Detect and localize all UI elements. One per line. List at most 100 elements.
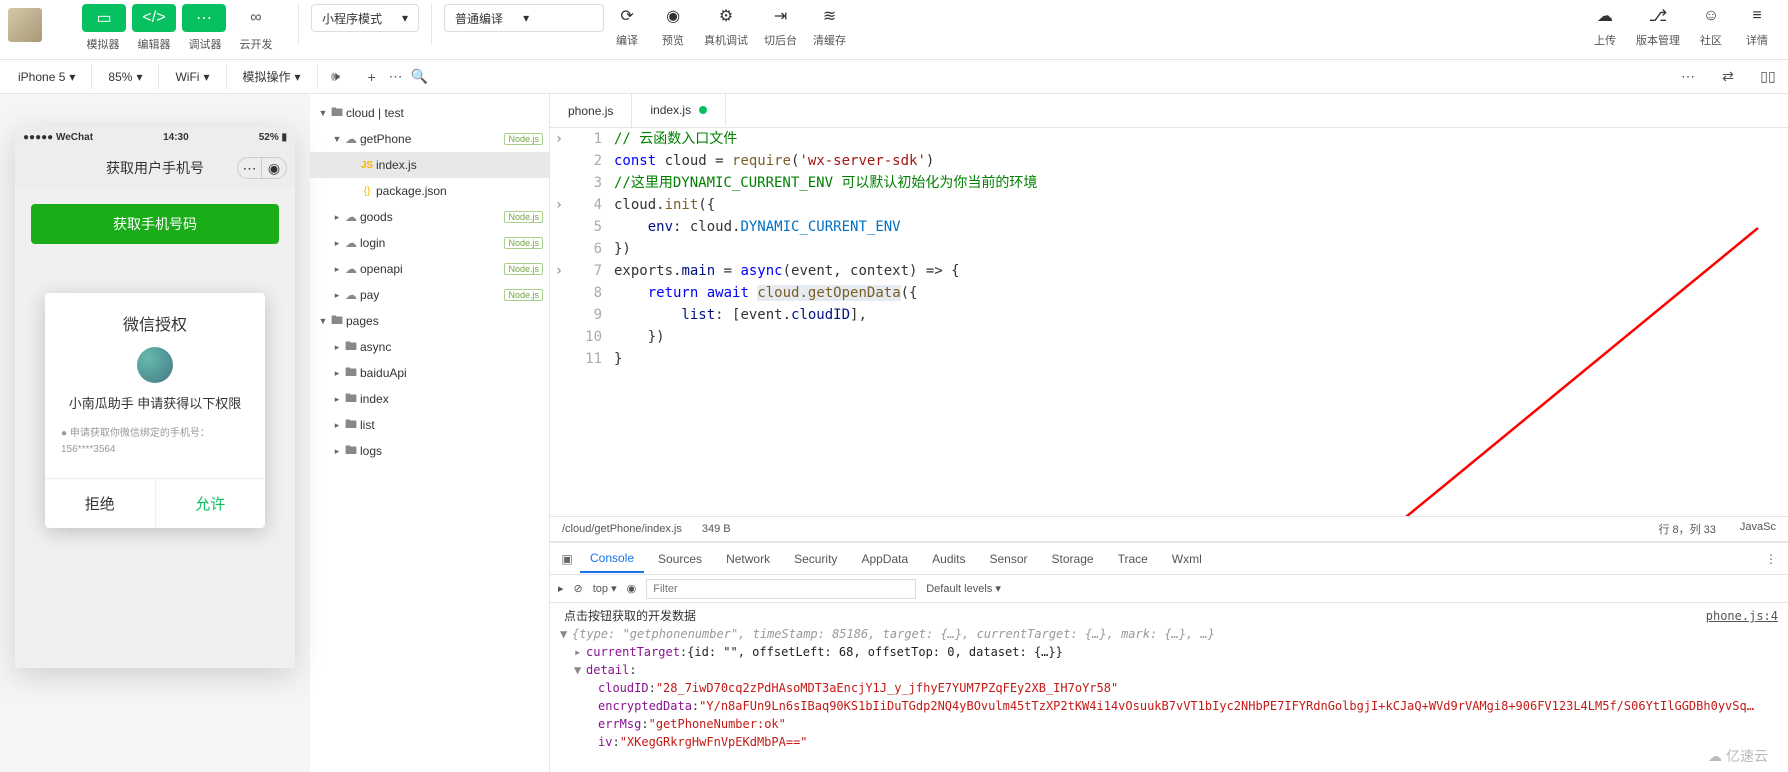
real-debug-button[interactable]: ⚙ bbox=[711, 4, 741, 28]
debugger-button[interactable]: ⋯ bbox=[182, 4, 226, 32]
top-toolbar: ▭ </> ⋯ 模拟器 编辑器 调试器 ∞ 云开发 小程序模式 ▾ 普通编译 ▾ bbox=[0, 0, 1788, 60]
chevron-down-icon: ▾ bbox=[203, 70, 209, 84]
unsaved-dot-icon bbox=[699, 106, 707, 114]
tree-logs[interactable]: ▸🖿logs bbox=[310, 438, 549, 464]
tab-appdata[interactable]: AppData bbox=[851, 546, 918, 572]
context-select[interactable]: top ▾ bbox=[593, 582, 617, 595]
tab-audits[interactable]: Audits bbox=[922, 546, 975, 572]
network-select[interactable]: WiFi▾ bbox=[165, 66, 219, 88]
zoom-select[interactable]: 85%▾ bbox=[98, 66, 152, 88]
json-icon: {} bbox=[358, 186, 376, 197]
allow-button[interactable]: 允许 bbox=[156, 479, 266, 528]
chevron-down-icon: ▾ bbox=[69, 70, 75, 84]
code-editor[interactable]: › › › 1234567891011 // 云函数入口文件 const clo… bbox=[550, 128, 1788, 516]
split-icon[interactable]: ▯▯ bbox=[1756, 65, 1780, 89]
tab-phone-js[interactable]: phone.js bbox=[550, 94, 632, 127]
cloud-group: ∞ 云开发 bbox=[234, 4, 278, 52]
device-select[interactable]: iPhone 5▾ bbox=[8, 66, 85, 88]
console-log[interactable]: 点击按钮获取的开发数据phone.js:4 ▼{type: "getphonen… bbox=[550, 603, 1788, 772]
cursor-pos: 行 8，列 33 bbox=[1658, 521, 1715, 537]
tree-login[interactable]: ▸☁loginNode.js bbox=[310, 230, 549, 256]
cloud-icon: ☁ bbox=[342, 288, 360, 302]
view-group: ▭ </> ⋯ 模拟器 编辑器 调试器 bbox=[82, 4, 226, 52]
tree-openapi[interactable]: ▸☁openapiNode.js bbox=[310, 256, 549, 282]
compile-button[interactable]: ⟳ bbox=[612, 4, 642, 28]
tree-index[interactable]: ▸🖿index bbox=[310, 386, 549, 412]
deny-button[interactable]: 拒绝 bbox=[45, 479, 156, 528]
editor-column: phone.js index.js › › › 1234567891011 //… bbox=[550, 94, 1788, 772]
inspect-icon[interactable]: ▣ bbox=[558, 550, 576, 568]
editor-button[interactable]: </> bbox=[132, 4, 176, 32]
devtools-more-icon[interactable]: ⋮ bbox=[1762, 550, 1780, 568]
cloud-dev-button[interactable]: ∞ bbox=[234, 4, 278, 32]
phone-navbar: 获取用户手机号 ⋯◉ bbox=[15, 148, 295, 188]
simulator-panel: ●●●●● WeChat 14:30 52% ▮ 获取用户手机号 ⋯◉ 获取手机… bbox=[0, 94, 310, 772]
clear-cache-button[interactable]: ≋ bbox=[815, 4, 845, 28]
tree-getphone[interactable]: ▼☁getPhoneNode.js bbox=[310, 126, 549, 152]
capsule[interactable]: ⋯◉ bbox=[237, 157, 287, 179]
tab-sensor[interactable]: Sensor bbox=[980, 546, 1038, 572]
sim-ops-select[interactable]: 模拟操作▾ bbox=[233, 64, 311, 89]
community-button[interactable]: ☺ bbox=[1696, 4, 1726, 28]
sound-icon[interactable]: 🕪 bbox=[324, 65, 348, 89]
secondary-bar: iPhone 5▾ 85%▾ WiFi▾ 模拟操作▾ 🕪 + ⋯ 🔍 ⋯ ⇄ ▯… bbox=[0, 60, 1788, 94]
add-icon[interactable]: + bbox=[360, 65, 384, 89]
tab-console[interactable]: Console bbox=[580, 545, 644, 573]
debugger-label: 调试器 bbox=[189, 36, 222, 52]
folder-icon: 🖿 bbox=[342, 389, 360, 410]
tab-index-js[interactable]: index.js bbox=[632, 94, 726, 127]
tab-trace[interactable]: Trace bbox=[1108, 546, 1158, 572]
tab-sources[interactable]: Sources bbox=[648, 546, 712, 572]
tree-root[interactable]: ▼🖿cloud | test bbox=[310, 100, 549, 126]
log-line: 点击按钮获取的开发数据 bbox=[560, 607, 696, 625]
tree-packagejson[interactable]: {}package.json bbox=[310, 178, 549, 204]
tree-indexjs[interactable]: JSindex.js bbox=[310, 152, 549, 178]
lang-mode: JavaSc bbox=[1740, 521, 1776, 537]
tree-pay[interactable]: ▸☁payNode.js bbox=[310, 282, 549, 308]
compile-mode-select[interactable]: 普通编译 ▾ bbox=[444, 4, 604, 32]
simulator-button[interactable]: ▭ bbox=[82, 4, 126, 32]
version-button[interactable]: ⎇ bbox=[1643, 4, 1673, 28]
chevron-down-icon: ▾ bbox=[523, 11, 529, 25]
cloud-icon: ☁ bbox=[342, 132, 360, 146]
line-gutter: 1234567891011 bbox=[568, 128, 614, 516]
dots-icon[interactable]: ⋯ bbox=[1676, 65, 1700, 89]
tab-storage[interactable]: Storage bbox=[1042, 546, 1104, 572]
compile-col: ⟳ 编译 bbox=[612, 4, 642, 48]
tree-list[interactable]: ▸🖿list bbox=[310, 412, 549, 438]
clear-console-icon[interactable]: ⊘ bbox=[574, 582, 583, 595]
compile-text: 普通编译 bbox=[455, 10, 503, 27]
tab-network[interactable]: Network bbox=[716, 546, 780, 572]
eye-icon[interactable]: ◉ bbox=[627, 582, 637, 595]
watermark: ☁ 亿速云 bbox=[1708, 746, 1768, 766]
get-phone-button[interactable]: 获取手机号码 bbox=[31, 204, 279, 244]
folder-icon: 🖿 bbox=[342, 415, 360, 436]
levels-select[interactable]: Default levels ▾ bbox=[926, 582, 1001, 595]
app-mode-select[interactable]: 小程序模式 ▾ bbox=[311, 4, 419, 32]
modal-title: 微信授权 bbox=[45, 293, 265, 347]
tree-baiduapi[interactable]: ▸🖿baiduApi bbox=[310, 360, 549, 386]
preview-button[interactable]: ◉ bbox=[658, 4, 688, 28]
filter-input[interactable] bbox=[646, 579, 916, 599]
tab-wxml[interactable]: Wxml bbox=[1162, 546, 1212, 572]
tree-pages[interactable]: ▼🖿pages bbox=[310, 308, 549, 334]
sidebar-toggle-icon[interactable]: ▸ bbox=[558, 582, 564, 595]
folder-icon: 🖿 bbox=[328, 103, 346, 124]
cloud-dev-label: 云开发 bbox=[240, 36, 273, 52]
nodejs-badge: Node.js bbox=[504, 133, 543, 145]
settings-icon[interactable]: ⇄ bbox=[1716, 65, 1740, 89]
tab-security[interactable]: Security bbox=[784, 546, 847, 572]
more-icon[interactable]: ⋯ bbox=[384, 65, 408, 89]
search-icon[interactable]: 🔍 bbox=[408, 65, 432, 89]
log-source-link[interactable]: phone.js:4 bbox=[1706, 607, 1778, 625]
details-button[interactable]: ≡ bbox=[1742, 4, 1772, 28]
tree-goods[interactable]: ▸☁goodsNode.js bbox=[310, 204, 549, 230]
chevron-down-icon: ▾ bbox=[295, 70, 301, 84]
upload-button[interactable]: ☁ bbox=[1590, 4, 1620, 28]
modal-subtitle: 小南瓜助手 申请获得以下权限 bbox=[45, 393, 265, 426]
tree-async[interactable]: ▸🖿async bbox=[310, 334, 549, 360]
capsule-close-icon[interactable]: ◉ bbox=[262, 158, 286, 178]
capsule-menu-icon[interactable]: ⋯ bbox=[238, 158, 262, 178]
bg-button[interactable]: ⇥ bbox=[766, 4, 796, 28]
project-avatar[interactable] bbox=[8, 8, 42, 42]
